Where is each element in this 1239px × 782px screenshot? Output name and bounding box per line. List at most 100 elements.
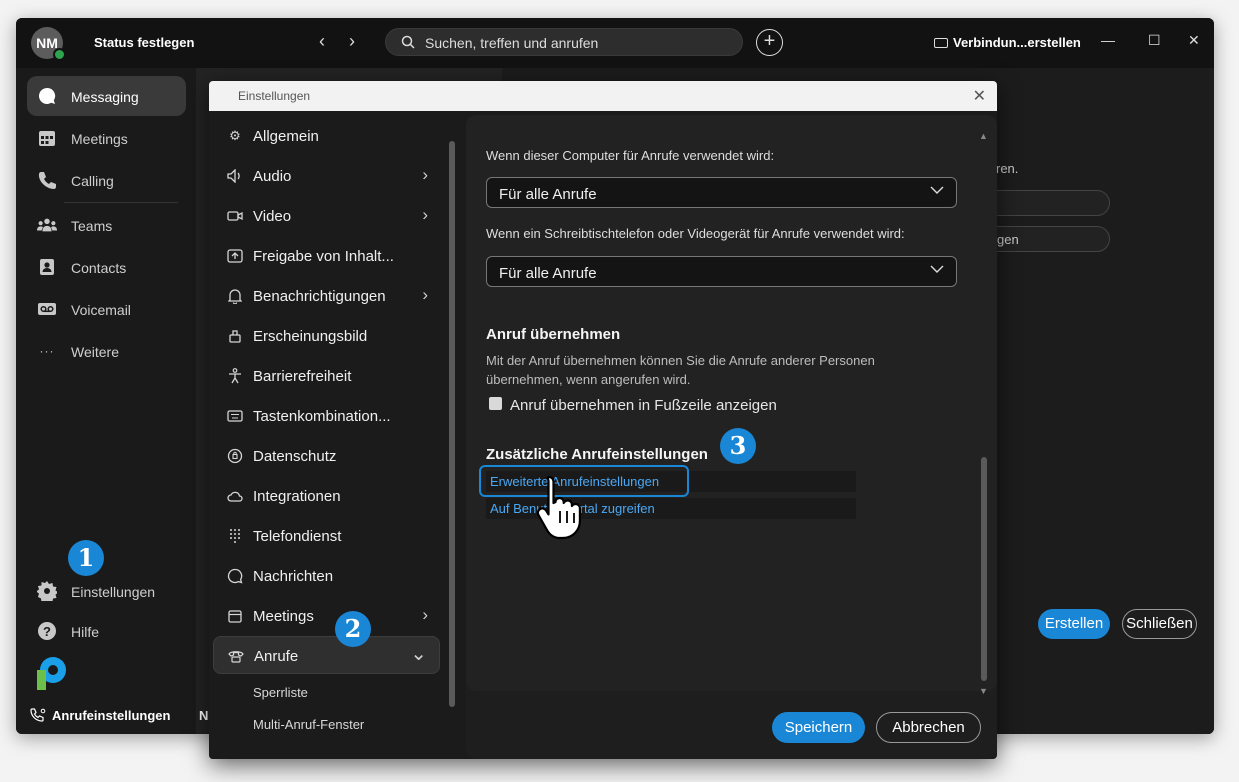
connect-button[interactable]: Verbindun...erstellen <box>934 35 1081 50</box>
scroll-up-icon[interactable]: ▲ <box>979 131 988 141</box>
phone-icon <box>228 648 244 664</box>
sidebar-item-label: Calling <box>71 173 114 189</box>
category-label: Allgemein <box>253 128 319 145</box>
computer-calls-select[interactable]: Für alle Anrufe <box>486 177 957 208</box>
sidebar-item-label: Messaging <box>71 89 139 105</box>
contacts-icon <box>37 257 57 277</box>
sidebar-item-contacts[interactable]: Contacts <box>27 247 186 287</box>
app-logo-icon <box>37 657 66 690</box>
speaker-icon <box>227 168 243 184</box>
dialog-close-button[interactable]: ✕ <box>973 86 986 106</box>
category-audio[interactable]: Audio › <box>213 157 440 195</box>
share-icon <box>227 248 243 264</box>
background-partial-text: gen <box>997 232 1019 247</box>
sidebar-item-more[interactable]: ··· Weitere <box>27 331 186 371</box>
category-notifications[interactable]: Benachrichtigungen › <box>213 277 440 315</box>
appearance-icon <box>227 328 243 344</box>
category-general[interactable]: ⚙ Allgemein <box>213 117 440 155</box>
call-settings-footer[interactable]: Anrufeinstellungen <box>30 708 170 723</box>
category-scrollbar[interactable] <box>445 131 459 731</box>
minimize-button[interactable]: — <box>1101 32 1115 48</box>
category-integrations[interactable]: Integrationen <box>213 477 440 515</box>
category-label: Nachrichten <box>253 568 334 585</box>
category-label: Tastenkombination... <box>253 408 391 425</box>
step-badge-1: 1 <box>68 540 104 576</box>
sidebar-item-label: Meetings <box>71 131 128 147</box>
search-bar[interactable]: Suchen, treffen und anrufen <box>385 28 743 56</box>
sidebar-item-voicemail[interactable]: Voicemail <box>27 289 186 329</box>
step-badge-2: 2 <box>335 611 371 647</box>
scroll-down-icon[interactable]: ▼ <box>979 686 988 696</box>
svg-text:?: ? <box>43 624 51 639</box>
presence-indicator <box>53 48 66 61</box>
subcategory-blocklist[interactable]: Sperrliste <box>253 685 308 700</box>
category-accessibility[interactable]: Barrierefreiheit <box>213 357 440 395</box>
category-meetings[interactable]: Meetings › <box>213 597 440 635</box>
pickup-footer-checkbox-label[interactable]: Anruf übernehmen in Fußzeile anzeigen <box>510 397 777 414</box>
category-label: Datenschutz <box>253 448 337 465</box>
sidebar-item-label: Hilfe <box>71 624 100 640</box>
category-phone-service[interactable]: Telefondienst <box>213 517 440 555</box>
category-share[interactable]: Freigabe von Inhalt... <box>213 237 440 275</box>
pointer-hand-icon <box>536 475 581 540</box>
sidebar-item-messaging[interactable]: Messaging <box>27 76 186 116</box>
content-scrollbar[interactable]: ▲ ▼ <box>975 131 993 701</box>
category-label: Audio <box>253 168 292 185</box>
cancel-button[interactable]: Abbrechen <box>876 712 981 743</box>
chevron-right-icon: › <box>422 285 428 304</box>
close-window-button[interactable]: ✕ <box>1188 32 1200 49</box>
category-label: Meetings <box>253 608 314 625</box>
message-icon <box>227 568 243 584</box>
category-label: Freigabe von Inhalt... <box>253 248 394 265</box>
avatar[interactable]: NM <box>31 27 66 61</box>
divider <box>64 202 178 203</box>
subcategory-multi-call-window[interactable]: Multi-Anruf-Fenster <box>253 717 364 732</box>
sidebar-item-calling[interactable]: Calling <box>27 160 186 200</box>
close-button[interactable]: Schließen <box>1122 609 1197 639</box>
cloud-icon <box>227 488 243 504</box>
video-icon <box>227 208 243 224</box>
sidebar-item-settings[interactable]: Einstellungen <box>27 571 186 611</box>
chevron-right-icon: › <box>422 165 428 184</box>
category-appearance[interactable]: Erscheinungsbild <box>213 317 440 355</box>
sidebar-item-help[interactable]: ? Hilfe <box>27 611 186 651</box>
help-icon: ? <box>37 621 57 641</box>
back-arrow-icon[interactable]: ‹ <box>319 31 325 52</box>
desk-phone-select[interactable]: Für alle Anrufe <box>486 256 957 287</box>
gear-icon <box>37 581 57 601</box>
dialog-title-bar: Einstellungen ✕ <box>209 81 997 111</box>
category-privacy[interactable]: Datenschutz <box>213 437 440 475</box>
category-label: Erscheinungsbild <box>253 328 368 345</box>
sidebar-item-meetings[interactable]: Meetings <box>27 118 186 158</box>
phone-settings-icon <box>30 708 46 722</box>
sidebar-item-teams[interactable]: Teams <box>27 205 186 245</box>
forward-arrow-icon[interactable]: › <box>349 31 355 52</box>
chevron-down-icon <box>930 265 944 273</box>
chevron-right-icon: › <box>422 205 428 224</box>
maximize-button[interactable]: ☐ <box>1148 32 1161 49</box>
chevron-down-icon: ⌄ <box>410 643 427 665</box>
category-label: Integrationen <box>253 488 341 505</box>
scrollbar-thumb[interactable] <box>449 141 455 707</box>
category-label: Anrufe <box>254 648 299 665</box>
more-icon: ··· <box>39 344 55 358</box>
pickup-footer-checkbox[interactable] <box>489 397 502 410</box>
additional-settings-heading: Zusätzliche Anrufeinstellungen <box>486 446 708 463</box>
create-button[interactable]: Erstellen <box>1038 609 1110 639</box>
status-button[interactable]: Status festlegen <box>94 35 194 50</box>
category-video[interactable]: Video › <box>213 197 440 235</box>
connect-icon <box>934 38 948 48</box>
call-pickup-heading: Anruf übernehmen <box>486 326 621 343</box>
category-calls[interactable]: Anrufe ⌄ <box>213 636 440 674</box>
dialog-title: Einstellungen <box>238 89 311 103</box>
category-label: Barrierefreiheit <box>253 368 352 385</box>
add-button[interactable]: + <box>756 29 783 56</box>
step-badge-3: 3 <box>720 428 756 464</box>
chevron-down-icon <box>930 186 944 194</box>
category-shortcuts[interactable]: Tastenkombination... <box>213 397 440 435</box>
chat-icon <box>37 86 57 106</box>
scrollbar-thumb[interactable] <box>981 457 987 681</box>
gear-icon: ⚙ <box>229 128 241 143</box>
category-messages[interactable]: Nachrichten <box>213 557 440 595</box>
save-button[interactable]: Speichern <box>772 712 865 743</box>
